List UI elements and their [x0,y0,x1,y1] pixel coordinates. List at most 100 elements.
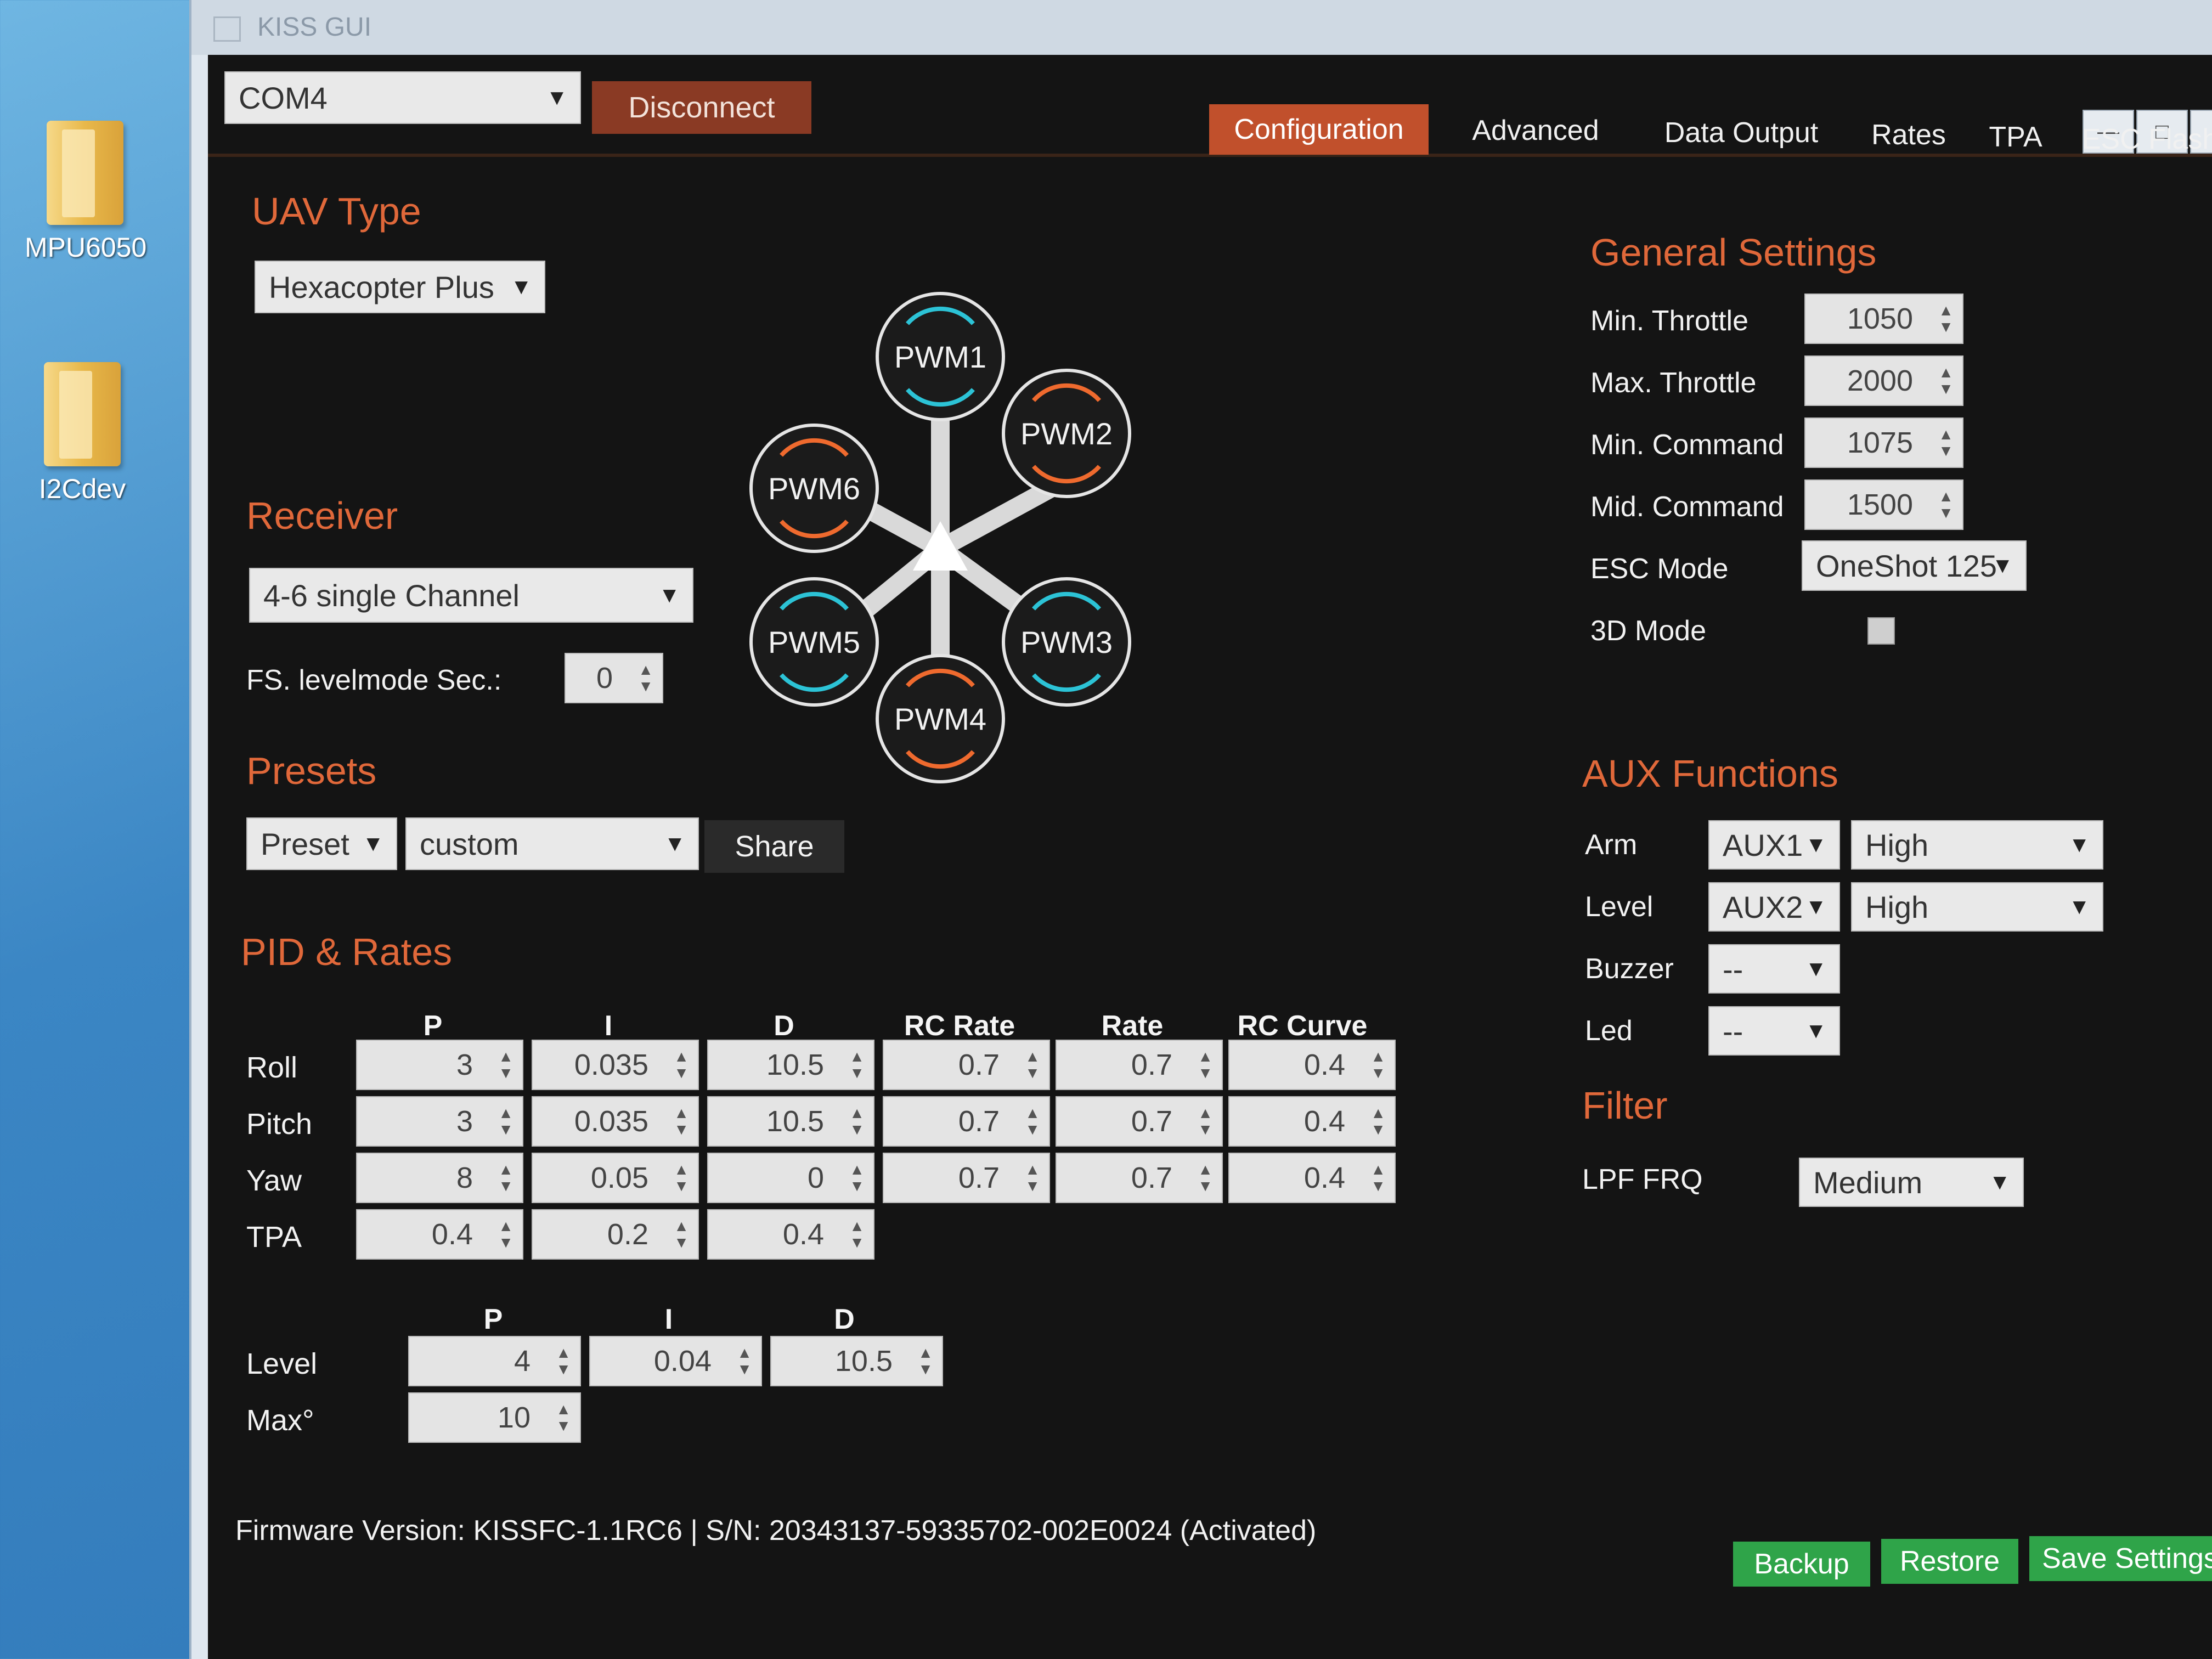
stepper-arrows-icon[interactable]: ▲ ▼ [1025,1048,1040,1081]
stepper-arrows-icon[interactable]: ▲ ▼ [498,1218,514,1251]
window-titlebar[interactable]: KISS GUI [191,0,2212,55]
level-d-stepper[interactable]: 10.5 ▲ ▼ [770,1336,943,1386]
max-angle-stepper[interactable]: 10 ▲ ▼ [408,1392,581,1443]
stepper-arrows-icon[interactable]: ▲ ▼ [737,1345,752,1378]
aux-arm-channel-select[interactable]: AUX1 ▼ [1708,820,1840,870]
tpa-p-stepper[interactable]: 0.4 ▲ ▼ [356,1209,523,1260]
uav-type-select[interactable]: Hexacopter Plus ▼ [255,261,545,313]
yaw-rc-rate-stepper[interactable]: 0.7 ▲ ▼ [883,1153,1050,1203]
pitch-rc-rate-stepper[interactable]: 0.7 ▲ ▼ [883,1096,1050,1147]
tab-tpa[interactable]: TPA [1969,112,2062,162]
disconnect-button[interactable]: Disconnect [592,81,811,134]
stepper-arrows-icon[interactable]: ▲ ▼ [1198,1048,1213,1081]
roll-rc-rate-stepper[interactable]: 0.7 ▲ ▼ [883,1040,1050,1090]
desktop-icon-mpu6050[interactable]: MPU6050 [25,121,146,263]
stepper-arrows-icon[interactable]: ▲ ▼ [849,1105,865,1138]
app-window: KISS GUI — □ COM4 ▼ Disconnect Configura… [189,0,2212,1659]
tab-rates[interactable]: Rates [1854,110,1963,160]
stepper-arrows-icon[interactable]: ▲ ▼ [498,1161,514,1194]
tab-advanced[interactable]: Advanced [1442,105,1629,156]
stepper-arrows-icon[interactable]: ▲ ▼ [674,1161,689,1194]
pitch-rc-curve-stepper[interactable]: 0.4 ▲ ▼ [1228,1096,1396,1147]
stepper-arrows-icon[interactable]: ▲ ▼ [674,1105,689,1138]
stepper-arrows-icon[interactable]: ▲ ▼ [674,1218,689,1251]
stepper-arrows-icon[interactable]: ▲ ▼ [1198,1161,1213,1194]
aux-level-state-select[interactable]: High ▼ [1851,882,2103,932]
tab-esc-flash[interactable]: ESC Flash [2068,114,2212,165]
aux-led-channel-select[interactable]: -- ▼ [1708,1006,1840,1056]
min-throttle-stepper[interactable]: 1050 ▲ ▼ [1804,294,1963,344]
pitch-d-stepper[interactable]: 10.5 ▲ ▼ [707,1096,874,1147]
stepper-arrows-icon[interactable]: ▲ ▼ [1025,1161,1040,1194]
min-command-stepper[interactable]: 1075 ▲ ▼ [1804,417,1963,468]
stepper-value: 0.04 [653,1345,712,1378]
yaw-i-stepper[interactable]: 0.05 ▲ ▼ [532,1153,699,1203]
preset-value-select[interactable]: custom ▼ [405,817,699,870]
aux-buzzer-channel-select[interactable]: -- ▼ [1708,944,1840,994]
max-throttle-label: Max. Throttle [1590,367,1757,399]
stepper-arrows-icon[interactable]: ▲ ▼ [1198,1105,1213,1138]
max-throttle-stepper[interactable]: 2000 ▲ ▼ [1804,356,1963,406]
fs-levelmode-stepper[interactable]: 0 ▲ ▼ [565,653,663,703]
stepper-arrows-icon[interactable]: ▲ ▼ [918,1345,933,1378]
tpa-d-stepper[interactable]: 0.4 ▲ ▼ [707,1209,874,1260]
stepper-arrows-icon[interactable]: ▲ ▼ [498,1048,514,1081]
pitch-i-stepper[interactable]: 0.035 ▲ ▼ [532,1096,699,1147]
stepper-arrows-icon[interactable]: ▲ ▼ [1370,1105,1386,1138]
preset-type-select[interactable]: Preset ▼ [246,817,397,870]
motor-pwm2: PWM2 [1002,369,1131,498]
yaw-d-stepper[interactable]: 0 ▲ ▼ [707,1153,874,1203]
stepper-arrows-icon[interactable]: ▲ ▼ [849,1218,865,1251]
stepper-arrows-icon[interactable]: ▲ ▼ [1938,488,1954,521]
stepper-arrows-icon[interactable]: ▲ ▼ [556,1345,571,1378]
level-p-stepper[interactable]: 4 ▲ ▼ [408,1336,581,1386]
receiver-select[interactable]: 4-6 single Channel ▼ [249,568,693,623]
yaw-rate-stepper[interactable]: 0.7 ▲ ▼ [1056,1153,1223,1203]
port-select[interactable]: COM4 ▼ [224,71,581,124]
stepper-arrows-icon[interactable]: ▲ ▼ [1370,1161,1386,1194]
pitch-p-stepper[interactable]: 3 ▲ ▼ [356,1096,523,1147]
level-header-d: D [834,1304,855,1335]
filter-title: Filter [1582,1084,1668,1127]
lpf-frq-select[interactable]: Medium ▼ [1799,1158,2024,1207]
stepper-arrows-icon[interactable]: ▲ ▼ [556,1401,571,1434]
yaw-p-stepper[interactable]: 8 ▲ ▼ [356,1153,523,1203]
roll-rc-curve-stepper[interactable]: 0.4 ▲ ▼ [1228,1040,1396,1090]
3d-mode-label: 3D Mode [1590,615,1706,647]
motor-pwm5: PWM5 [749,577,879,707]
yaw-rc-curve-stepper[interactable]: 0.4 ▲ ▼ [1228,1153,1396,1203]
stepper-arrows-icon[interactable]: ▲ ▼ [1370,1048,1386,1081]
desktop-icon-i2cdev[interactable]: I2Cdev [22,362,143,505]
stepper-arrows-icon[interactable]: ▲ ▼ [1938,426,1954,459]
esc-mode-select[interactable]: OneShot 125 ▼ [1802,540,2027,591]
pitch-rate-stepper[interactable]: 0.7 ▲ ▼ [1056,1096,1223,1147]
3d-mode-checkbox[interactable] [1867,617,1895,645]
aux-arm-label: Arm [1585,829,1638,861]
stepper-arrows-icon[interactable]: ▲ ▼ [674,1048,689,1081]
level-i-stepper[interactable]: 0.04 ▲ ▼ [589,1336,762,1386]
roll-i-stepper[interactable]: 0.035 ▲ ▼ [532,1040,699,1090]
aux-arm-state-select[interactable]: High ▼ [1851,820,2103,870]
save-settings-button[interactable]: Save Settings [2029,1536,2212,1581]
roll-d-stepper[interactable]: 10.5 ▲ ▼ [707,1040,874,1090]
stepper-arrows-icon[interactable]: ▲ ▼ [849,1161,865,1194]
backup-button[interactable]: Backup [1733,1542,1870,1587]
stepper-value: 1050 [1847,302,1913,335]
tab-data-output[interactable]: Data Output [1634,108,1848,158]
stepper-arrows-icon[interactable]: ▲ ▼ [498,1105,514,1138]
stepper-arrows-icon[interactable]: ▲ ▼ [1938,364,1954,397]
share-button[interactable]: Share [704,820,844,873]
stepper-arrows-icon[interactable]: ▲ ▼ [849,1048,865,1081]
stepper-value: 0.4 [431,1218,473,1251]
stepper-value: 10.5 [766,1048,824,1081]
aux-level-channel-select[interactable]: AUX2 ▼ [1708,882,1840,932]
roll-rate-stepper[interactable]: 0.7 ▲ ▼ [1056,1040,1223,1090]
tab-configuration[interactable]: Configuration [1209,104,1429,155]
tpa-i-stepper[interactable]: 0.2 ▲ ▼ [532,1209,699,1260]
restore-button[interactable]: Restore [1881,1539,2018,1584]
mid-command-stepper[interactable]: 1500 ▲ ▼ [1804,479,1963,530]
stepper-arrows-icon[interactable]: ▲ ▼ [1025,1105,1040,1138]
roll-p-stepper[interactable]: 3 ▲ ▼ [356,1040,523,1090]
stepper-arrows-icon[interactable]: ▲ ▼ [1938,302,1954,335]
stepper-arrows-icon[interactable]: ▲ ▼ [638,662,653,695]
